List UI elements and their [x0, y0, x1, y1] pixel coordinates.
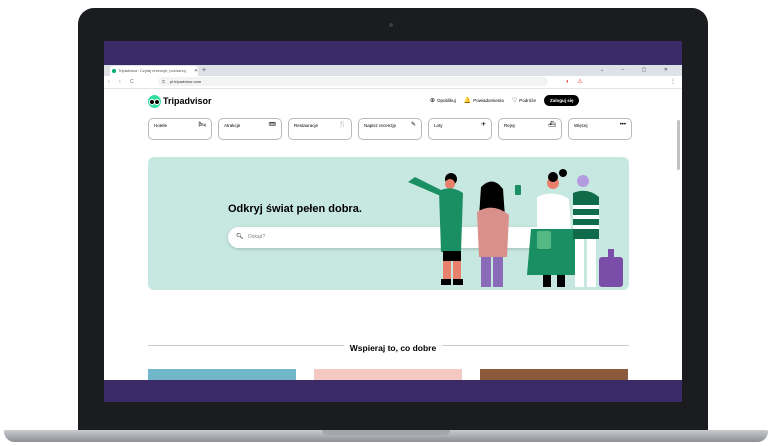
tripadvisor-logo[interactable]: Tripadvisor	[148, 94, 212, 108]
category-flights[interactable]: Loty ✈	[428, 118, 492, 140]
tab-title: Tripadvisor: Czytaj recenzje, porównuj	[118, 68, 186, 73]
ship-icon: ⛴	[548, 122, 556, 128]
more-icon: •••	[619, 122, 626, 128]
browser-tab-bar: Tripadvisor: Czytaj recenzje, porównuj ✕…	[104, 65, 682, 76]
login-button[interactable]: Zaloguj się	[543, 95, 580, 106]
favicon-icon	[112, 69, 116, 73]
category-label: Hotele	[154, 123, 168, 128]
camera-icon	[389, 23, 393, 27]
traveler-phone	[515, 169, 581, 287]
url-text: pl.tripadvisor.com	[170, 79, 202, 84]
category-label: Rejsy	[504, 123, 516, 128]
logo-text: Tripadvisor	[163, 96, 212, 106]
category-more[interactable]: Więcej •••	[568, 118, 632, 140]
utensils-icon: 🍴	[338, 122, 346, 128]
owl-logo-icon	[148, 94, 161, 108]
bed-icon: 🛏	[198, 122, 206, 128]
edit-icon: ✎	[410, 122, 416, 128]
bell-icon: 🔔	[463, 98, 472, 104]
plane-icon: ✈	[480, 122, 486, 128]
trips-label: Podróże	[519, 98, 536, 103]
travelers-illustration	[408, 169, 623, 287]
card-image-1[interactable]	[148, 369, 296, 380]
scrollbar-thumb[interactable]	[677, 120, 680, 170]
category-write-review[interactable]: Napisz recenzję ✎	[358, 118, 422, 140]
laptop-screen: Tripadvisor: Czytaj recenzje, porównuj ✕…	[104, 41, 682, 402]
traveler-long-hair	[477, 181, 509, 287]
window-controls[interactable]: ⌄ – ▢ ✕	[600, 65, 676, 76]
category-cruises[interactable]: Rejsy ⛴	[498, 118, 562, 140]
notifications-label: Powiadomienia	[473, 98, 504, 103]
heart-icon: ♡	[511, 98, 518, 104]
hero-title: Odkryj świat pełen dobra.	[228, 203, 362, 215]
category-restaurants[interactable]: Restauracje 🍴	[288, 118, 352, 140]
browser-tab[interactable]: Tripadvisor: Czytaj recenzje, porównuj ✕	[110, 66, 198, 76]
trips-link[interactable]: ♡ Podróże	[512, 97, 536, 104]
traveler-pointing	[408, 173, 463, 285]
category-label: Napisz recenzję	[364, 123, 397, 128]
browser-menu-button[interactable]: ⋮	[670, 76, 676, 88]
site-header: Tripadvisor ⊕ Opublikuj 🔔 Powiadomienia …	[104, 89, 682, 113]
section-title: Wspieraj to, co dobre	[343, 343, 443, 353]
category-attractions[interactable]: Atrakcje 🎟	[218, 118, 282, 140]
category-label: Atrakcje	[224, 123, 241, 128]
hero-banner: Odkryj świat pełen dobra. 🔍︎ Dokąd?	[148, 157, 629, 290]
section-header: Wspieraj to, co dobre	[104, 338, 682, 356]
extension-icons[interactable]: ◐ ⚠	[566, 76, 586, 88]
new-tab-button[interactable]: +	[202, 65, 206, 76]
publish-label: Opublikuj	[437, 98, 456, 103]
search-icon: 🔍︎	[236, 234, 244, 240]
plus-circle-icon: ⊕	[430, 98, 436, 104]
ticket-icon: 🎟	[268, 122, 276, 128]
close-icon[interactable]: ✕	[194, 66, 198, 76]
laptop-notch	[322, 430, 450, 435]
address-bar-row: ‹ › C ⚿ pl.tripadvisor.com ◐ ⚠ ⋮	[104, 76, 682, 89]
browser-window: Tripadvisor: Czytaj recenzje, porównuj ✕…	[104, 65, 682, 380]
category-label: Restauracje	[294, 123, 319, 128]
url-field[interactable]: ⚿ pl.tripadvisor.com	[158, 77, 548, 86]
traveler-striped	[573, 175, 623, 287]
category-label: Loty	[434, 123, 443, 128]
category-hotels[interactable]: Hotele 🛏	[148, 118, 212, 140]
publish-link[interactable]: ⊕ Opublikuj	[430, 97, 456, 104]
search-placeholder: Dokąd?	[248, 234, 266, 240]
notifications-link[interactable]: 🔔 Powiadomienia	[464, 97, 504, 104]
header-links: ⊕ Opublikuj 🔔 Powiadomienia ♡ Podróże Za…	[430, 95, 580, 106]
card-image-3[interactable]	[480, 369, 628, 380]
lock-icon: ⚿	[162, 79, 166, 84]
category-label: Więcej	[574, 123, 588, 128]
category-bar: Hotele 🛏 Atrakcje 🎟 Restauracje 🍴 Napisz…	[148, 118, 632, 140]
navigation-buttons[interactable]: ‹ › C	[108, 76, 138, 88]
card-image-2[interactable]	[314, 369, 462, 380]
